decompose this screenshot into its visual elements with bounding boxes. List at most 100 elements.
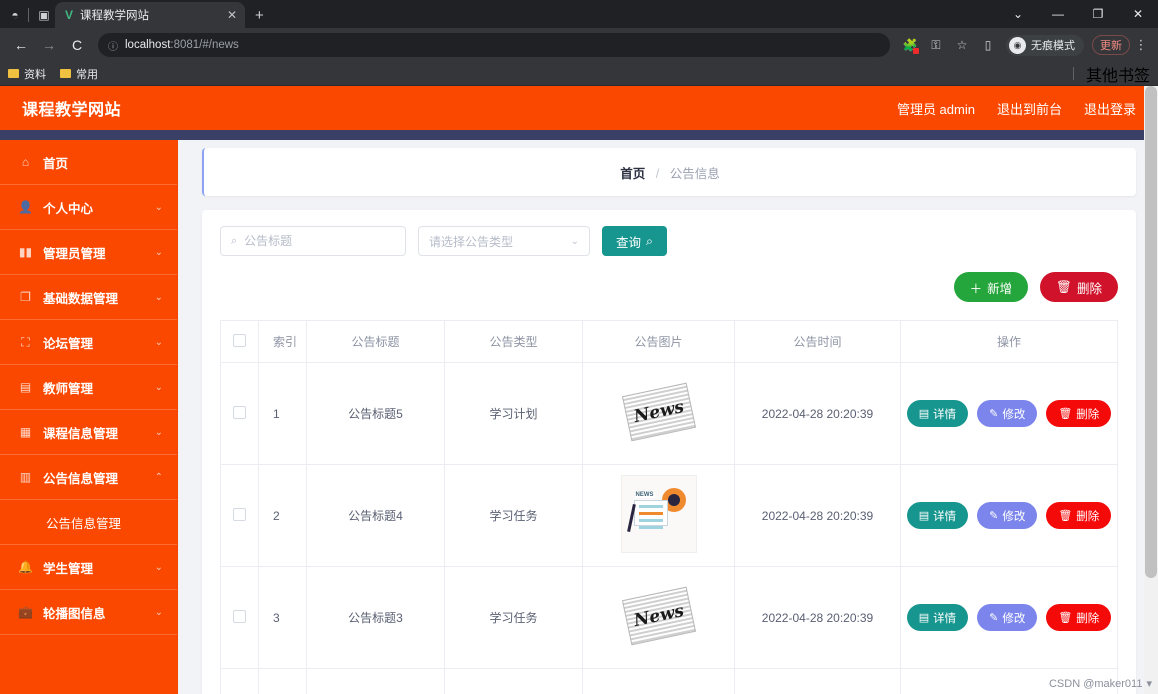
breadcrumb-root[interactable]: 首页 [620, 167, 645, 181]
row-checkbox[interactable] [233, 609, 246, 623]
address-bar[interactable]: ⓘ localhost:8081/#/news [98, 33, 890, 57]
notice-type-select[interactable]: 请选择公告类型 ⌄ [418, 226, 590, 256]
edit-button-label: 修改 [1002, 612, 1026, 625]
password-key-icon[interactable]: ⚿ [924, 33, 948, 57]
table-row[interactable]: 3 公告标题3 学习任务 2022-04-28 20:20:39 [220, 566, 1118, 669]
search-icon: ⌕ [646, 233, 654, 248]
chevron-down-icon: ⌄ [154, 246, 163, 258]
row-delete-button-label: 删除 [1076, 510, 1100, 523]
row-title: 公告标题4 [306, 464, 445, 567]
incognito-avatar-icon: ◉ [1009, 36, 1026, 54]
chevron-down-icon: ⌄ [154, 336, 163, 348]
current-user-label[interactable]: 管理员 admin [897, 99, 975, 118]
search-input[interactable] [244, 234, 395, 248]
page-scrollbar[interactable] [1144, 86, 1158, 694]
update-button[interactable]: 更新 [1092, 35, 1130, 55]
trash-icon: 🗑 [1058, 612, 1073, 624]
bookmark-label: 常用 [76, 68, 98, 81]
side-panel-icon[interactable]: ▯ [976, 33, 1000, 57]
column-header-operations: 操作 [900, 320, 1118, 363]
browser-tab[interactable]: V 课程教学网站 ✕ [55, 2, 245, 28]
sidebar-filler [0, 635, 177, 694]
column-header-index: 索引 [258, 320, 307, 363]
row-checkbox[interactable] [233, 507, 246, 521]
row-checkbox[interactable] [233, 405, 246, 419]
newspaper-icon[interactable] [621, 382, 696, 442]
table-header-row: 索引 公告标题 公告类型 公告图片 公告时间 操作 [220, 320, 1118, 363]
extensions-icon[interactable]: 🧩 [898, 33, 922, 57]
add-button[interactable]: ＋ 新增 [953, 272, 1029, 302]
browser-app-icon[interactable]: ◓ [4, 2, 26, 28]
detail-button-label: 详情 [933, 510, 957, 523]
newspaper-icon[interactable] [621, 586, 696, 646]
scrollbar-thumb[interactable] [1145, 86, 1157, 578]
row-index [258, 668, 307, 694]
sidebar-item-teacher[interactable]: ▤ 教师管理 ⌄ [0, 365, 177, 410]
row-delete-button[interactable]: 🗑 删除 [1046, 604, 1112, 631]
row-operations: ▤ 详情 ✎ 修改 🗑 [900, 362, 1118, 465]
divider [28, 8, 29, 22]
detail-button[interactable]: ▤ 详情 [906, 604, 969, 631]
other-bookmarks[interactable]: 其他书签 [1072, 62, 1150, 86]
pencil-icon: ✎ [989, 510, 999, 522]
sidebar-item-course-info[interactable]: ▦ 课程信息管理 ⌄ [0, 410, 177, 455]
sidebar-item-basic-data[interactable]: ❐ 基础数据管理 ⌄ [0, 275, 177, 320]
row-delete-button[interactable]: 🗑 删除 [1046, 400, 1112, 427]
query-button[interactable]: 查询 ⌕ [602, 226, 668, 256]
edit-button[interactable]: ✎ 修改 [977, 604, 1038, 631]
watermark: CSDN @maker011 ▾ [1049, 677, 1152, 691]
new-tab-button[interactable]: + [255, 7, 264, 24]
news-illustration-icon[interactable]: NEWS [620, 475, 697, 553]
logout-link[interactable]: 退出登录 [1084, 99, 1136, 118]
select-all-checkbox[interactable] [233, 333, 246, 347]
sidebar-item-carousel[interactable]: 💼 轮播图信息 ⌄ [0, 590, 177, 635]
row-delete-button[interactable]: 🗑 删除 [1046, 502, 1112, 529]
reload-icon[interactable]: C [64, 32, 90, 58]
screen: ◓ ▣ V 课程教学网站 ✕ + ⌄ — ❐ ✕ ← → C ⓘ localho… [0, 0, 1158, 694]
sidebar-item-admin-management[interactable]: ▮▮ 管理员管理 ⌄ [0, 230, 177, 275]
search-input-wrapper[interactable]: ⌕ [220, 226, 406, 256]
edit-button[interactable]: ✎ 修改 [977, 502, 1038, 529]
edit-button[interactable]: ✎ 修改 [977, 400, 1038, 427]
bookmark-item[interactable]: 资料 [8, 66, 46, 82]
table-row[interactable]: 1 公告标题5 学习计划 2022-04-28 20:20:39 [220, 362, 1118, 465]
table-row[interactable]: 2 公告标题4 学习任务 NEWS 2022-04-28 20:20:39 ▤ … [220, 464, 1118, 567]
select-all-header [220, 320, 259, 363]
exit-to-front-link[interactable]: 退出到前台 [997, 99, 1062, 118]
row-time [734, 668, 901, 694]
maximize-icon[interactable]: ❐ [1078, 0, 1118, 28]
sidebar-item-notice-info[interactable]: ▥ 公告信息管理 ⌃ [0, 455, 177, 500]
minimize-icon[interactable]: — [1038, 0, 1078, 28]
page-viewport: 课程教学网站 管理员 admin 退出到前台 退出登录 ⌂ 首页 👤 个人中心 … [0, 86, 1158, 694]
bookmark-item[interactable]: 常用 [60, 66, 98, 82]
sidebar-item-label: 学生管理 [43, 561, 94, 576]
tab-search-icon[interactable]: ▣ [33, 2, 55, 28]
header-links: 管理员 admin 退出到前台 退出登录 [897, 99, 1136, 118]
close-icon[interactable]: ✕ [225, 8, 239, 22]
window-close-icon[interactable]: ✕ [1118, 0, 1158, 28]
globe-icon[interactable]: News [623, 689, 694, 694]
table-row[interactable]: News ▤ 详情 [220, 668, 1118, 694]
chevron-down-icon: ⌄ [570, 235, 579, 247]
chevron-down-icon[interactable]: ⌄ [998, 0, 1038, 28]
row-checkbox-cell [220, 566, 259, 669]
detail-button[interactable]: ▤ 详情 [906, 502, 969, 529]
more-menu-icon[interactable]: ⋮ [1132, 37, 1150, 53]
incognito-indicator[interactable]: ◉ 无痕模式 [1006, 34, 1084, 56]
delete-button[interactable]: 🗑 删除 [1040, 272, 1118, 302]
sidebar-item-personal-center[interactable]: 👤 个人中心 ⌄ [0, 185, 177, 230]
sidebar-item-home[interactable]: ⌂ 首页 [0, 140, 177, 185]
app-header: 课程教学网站 管理员 admin 退出到前台 退出登录 [0, 86, 1158, 130]
sidebar-subitem-notice-info[interactable]: 公告信息管理 [0, 500, 177, 545]
watermark-caret-icon: ▾ [1146, 678, 1152, 690]
bookmark-star-icon[interactable]: ☆ [950, 33, 974, 57]
back-icon[interactable]: ← [8, 32, 34, 58]
chart-icon: ▮▮ [18, 245, 33, 259]
sidebar-item-student[interactable]: 🔔 学生管理 ⌄ [0, 545, 177, 590]
forward-icon[interactable]: → [36, 32, 62, 58]
search-icon: ⌕ [231, 234, 238, 247]
page-title: 课程教学网站 [22, 102, 122, 119]
detail-button[interactable]: ▤ 详情 [906, 400, 969, 427]
sidebar-item-forum[interactable]: ⛶ 论坛管理 ⌄ [0, 320, 177, 365]
site-info-icon[interactable]: ⓘ [108, 38, 118, 53]
